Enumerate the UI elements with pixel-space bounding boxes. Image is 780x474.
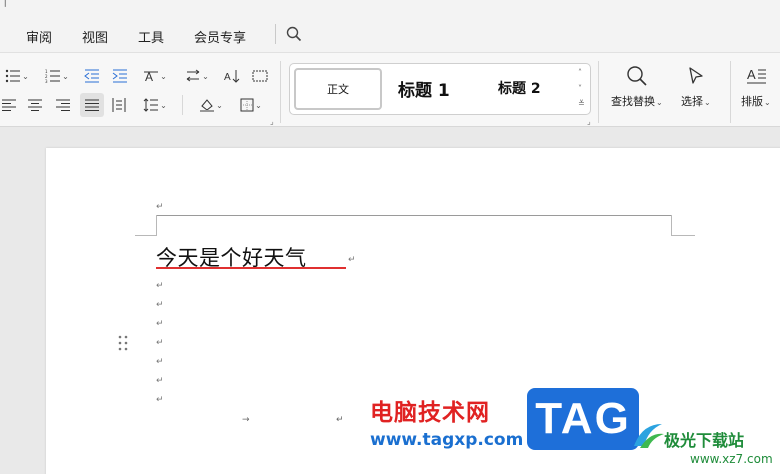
paragraph-dialog-launcher-icon[interactable]: ⌟ (270, 117, 274, 126)
menu-separator (275, 24, 276, 44)
style-gallery: 正文 标题 1 标题 2 ˄ ˅ ≚ (289, 63, 591, 115)
ribbon-toolbar: ⌄ 1 2 3 ⌄ A ⌄ ⌄ A ⌄ ⌄ ⌄ ⌟ 正文 标题 1 标题 2 ˄… (0, 52, 780, 127)
search-icon[interactable] (285, 25, 303, 43)
margin-corner (156, 215, 157, 236)
chevron-down-icon: ⌄ (22, 71, 29, 81)
paragraph-mark: ↵ (156, 202, 164, 212)
magnifier-icon (627, 66, 647, 86)
paragraph-mark: ↵ (348, 255, 356, 265)
aurora-logo-icon (634, 424, 664, 448)
expand-gallery-icon[interactable]: ≚ (578, 99, 585, 108)
text-direction-button[interactable]: A ⌄ (140, 65, 170, 87)
watermark-url: www.tagxp.com (370, 430, 524, 450)
align-center-button[interactable] (26, 94, 44, 116)
chevron-down-icon: ⌄ (255, 100, 262, 110)
ribbon-separator (730, 61, 731, 123)
distributed-align-button[interactable] (110, 94, 128, 116)
watermark-title: 电脑技术网 (370, 400, 490, 426)
layout-label: 排版 (741, 95, 763, 108)
layout-button[interactable]: A 排版⌄ (741, 65, 771, 109)
select-button[interactable]: 选择⌄ (681, 65, 711, 109)
align-justify-button[interactable] (80, 93, 104, 117)
watermark-site-url: www.xz7.com (690, 452, 773, 466)
cursor-arrow-icon (689, 67, 703, 84)
line-spacing-button[interactable]: ⌄ (140, 94, 170, 116)
chevron-down-icon: ⌄ (62, 71, 69, 81)
tab-view[interactable]: 视图 (82, 27, 108, 46)
paragraph-mark: ↵ (156, 281, 164, 291)
align-left-button[interactable] (0, 94, 18, 116)
chevron-down-icon: ⌄ (160, 100, 167, 110)
line-break-button[interactable]: ⌄ (182, 65, 212, 87)
menu-bar: ⊤ ˅ 审阅 视图 工具 会员专享 (0, 0, 780, 52)
tab-mark: → (242, 415, 250, 425)
style-normal[interactable]: 正文 (294, 68, 382, 110)
style-heading-1[interactable]: 标题 1 (398, 76, 450, 101)
show-marks-icon[interactable] (250, 65, 270, 87)
quick-access-caret[interactable]: ⊤ ˅ (0, 0, 20, 10)
ribbon-separator (280, 61, 281, 123)
sort-icon[interactable]: A (222, 65, 242, 87)
chevron-down-icon: ⌄ (202, 71, 209, 81)
tab-review[interactable]: 审阅 (26, 27, 52, 46)
chevron-down-icon[interactable]: ˅ (578, 84, 582, 93)
find-replace-label: 查找替换 (611, 95, 655, 108)
paragraph-mark: ↵ (336, 415, 344, 425)
text-layout-icon: A (746, 67, 766, 84)
svg-text:3: 3 (45, 79, 48, 83)
drag-handle-icon[interactable] (118, 335, 128, 355)
tab-member[interactable]: 会员专享 (194, 27, 246, 46)
paragraph-mark: ↵ (156, 319, 164, 329)
margin-corner (671, 235, 695, 236)
chevron-down-icon: ⌄ (764, 98, 771, 107)
select-label: 选择 (681, 95, 703, 108)
numbered-list-button[interactable]: 1 2 3 ⌄ (42, 65, 72, 87)
paragraph-mark: ↵ (156, 376, 164, 386)
margin-corner (671, 215, 672, 236)
svg-text:A: A (747, 67, 756, 82)
ribbon-separator (598, 61, 599, 123)
borders-button[interactable]: ⌄ (236, 94, 266, 116)
chevron-up-icon[interactable]: ˄ (578, 68, 582, 77)
spellcheck-underline (156, 267, 346, 269)
bullet-list-button[interactable]: ⌄ (2, 65, 32, 87)
paragraph-mark: ↵ (156, 395, 164, 405)
shading-button[interactable]: ⌄ (196, 94, 226, 116)
styles-dialog-launcher-icon[interactable]: ⌟ (587, 117, 591, 126)
tab-tools[interactable]: 工具 (138, 27, 164, 46)
chevron-down-icon: ⌄ (656, 98, 663, 107)
chevron-down-icon: ⌄ (704, 98, 711, 107)
header-divider (156, 215, 671, 216)
paragraph-mark: ↵ (156, 357, 164, 367)
increase-indent-button[interactable] (110, 65, 130, 87)
margin-corner (135, 235, 156, 236)
svg-text:A: A (224, 72, 231, 83)
paragraph-mark: ↵ (156, 338, 164, 348)
watermark-logo: TAG (527, 388, 639, 450)
align-right-button[interactable] (54, 94, 72, 116)
chevron-down-icon: ⌄ (160, 71, 167, 81)
find-replace-button[interactable]: 查找替换⌄ (611, 65, 663, 109)
paragraph-mark: ↵ (156, 300, 164, 310)
style-heading-2[interactable]: 标题 2 (498, 78, 541, 98)
chevron-down-icon: ⌄ (216, 100, 223, 110)
decrease-indent-button[interactable] (82, 65, 102, 87)
ribbon-separator (182, 95, 183, 115)
watermark-site-name: 极光下载站 (664, 431, 745, 450)
